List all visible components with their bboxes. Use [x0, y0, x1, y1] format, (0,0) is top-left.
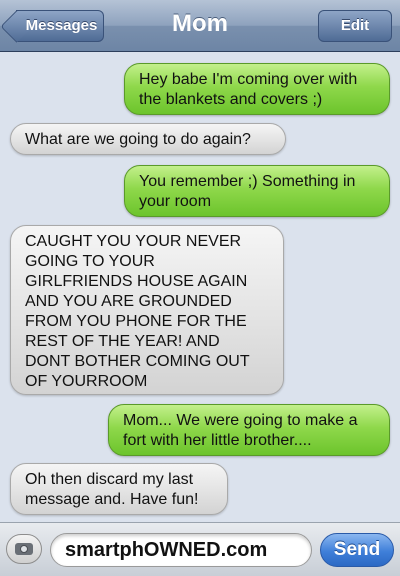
message-bubble-sent: Hey babe I'm coming over with the blanke… [124, 63, 390, 115]
camera-lens-icon [20, 545, 28, 553]
message-list: Hey babe I'm coming over with the blanke… [0, 52, 400, 522]
edit-button[interactable]: Edit [318, 10, 392, 42]
send-button[interactable]: Send [320, 533, 394, 567]
message-input[interactable]: smartphOWNED.com [50, 533, 312, 567]
message-bubble-received: Oh then discard my last message and. Hav… [10, 463, 228, 515]
message-bubble-received: What are we going to do again? [10, 123, 286, 155]
message-bubble-sent: Mom... We were going to make a fort with… [108, 404, 390, 456]
nav-bar: Messages Mom Edit [0, 0, 400, 52]
camera-button[interactable] [6, 534, 42, 564]
message-bubble-sent: You remember ;) Something in your room [124, 165, 390, 217]
compose-bar: smartphOWNED.com Send [0, 522, 400, 576]
message-bubble-received: CAUGHT YOU YOUR NEVER GOING TO YOUR GIRL… [10, 225, 284, 395]
